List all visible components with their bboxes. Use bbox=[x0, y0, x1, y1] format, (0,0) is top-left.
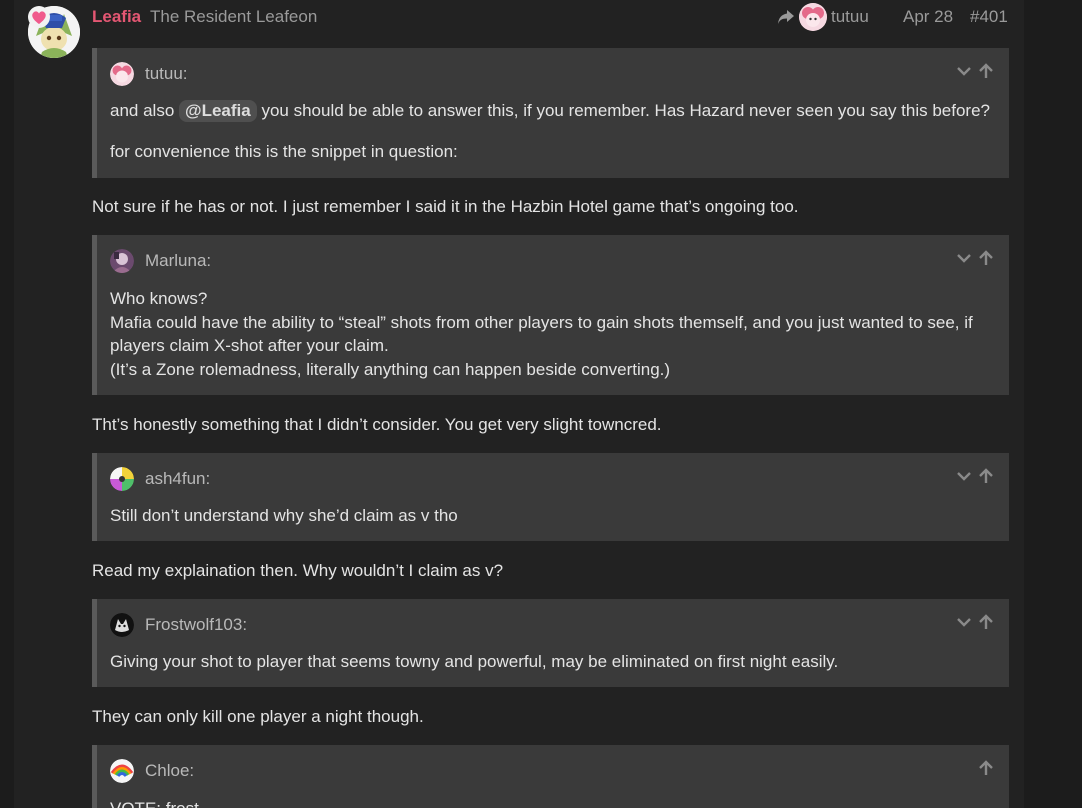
reply-paragraph: They can only kill one player a night th… bbox=[92, 707, 424, 726]
reply-arrow-icon bbox=[778, 10, 794, 24]
reply-paragraph: Tht’s honestly something that I didn’t c… bbox=[92, 415, 662, 434]
arrow-up-icon[interactable] bbox=[977, 759, 995, 777]
chevron-down-icon[interactable] bbox=[955, 613, 973, 631]
quote-controls bbox=[955, 613, 995, 633]
quote-controls bbox=[955, 759, 995, 779]
quote-author: Frostwolf103: bbox=[145, 615, 248, 634]
chevron-down-icon[interactable] bbox=[955, 62, 973, 80]
post-header: Leafia The Resident Leafeon tutuu Apr 28… bbox=[92, 3, 1010, 31]
post-date[interactable]: Apr 28 bbox=[903, 6, 953, 28]
quote-block-chloe: Chloe: VOTE: frost bbox=[92, 745, 1009, 808]
heart-icon bbox=[28, 6, 50, 28]
quote-block-ash4fun: ash4fun: Still don’t understand why she’… bbox=[92, 453, 1009, 541]
poster-title: The Resident Leafeon bbox=[150, 7, 318, 26]
mention-leafia[interactable]: @Leafia bbox=[179, 100, 257, 122]
reply-paragraph: Read my explaination then. Why wouldn’t … bbox=[92, 561, 504, 580]
arrow-up-icon[interactable] bbox=[977, 613, 995, 631]
reply-paragraph: Not sure if he has or not. I just rememb… bbox=[92, 197, 799, 216]
quote-controls bbox=[955, 249, 995, 269]
quote-text: VOTE: frost bbox=[110, 797, 1000, 808]
quote-author: tutuu: bbox=[145, 64, 188, 83]
quote-text: and also @Leafia you should be able to a… bbox=[110, 100, 991, 161]
arrow-up-icon[interactable] bbox=[977, 62, 995, 80]
quote-block-frostwolf103: Frostwolf103: Giving your shot to player… bbox=[92, 599, 1009, 687]
quote-controls bbox=[955, 467, 995, 487]
quote-avatar bbox=[110, 249, 134, 273]
reply-to-username: tutuu bbox=[831, 7, 869, 26]
quote-avatar bbox=[110, 467, 134, 491]
poster-avatar[interactable] bbox=[28, 6, 80, 58]
chevron-down-icon[interactable] bbox=[955, 467, 973, 485]
chevron-down-icon[interactable] bbox=[955, 249, 973, 267]
quote-author: Chloe: bbox=[145, 761, 195, 780]
quote-author: Marluna: bbox=[145, 251, 212, 270]
quote-block-marluna: Marluna: Who knows? Mafia could have the… bbox=[92, 235, 1009, 395]
quote-text: Still don’t understand why she’d claim a… bbox=[110, 506, 458, 525]
quote-author: ash4fun: bbox=[145, 469, 211, 488]
quote-text: Who knows? Mafia could have the ability … bbox=[110, 289, 973, 379]
quote-avatar bbox=[110, 62, 134, 86]
arrow-up-icon[interactable] bbox=[977, 249, 995, 267]
poster-username[interactable]: Leafia bbox=[92, 6, 141, 28]
quote-avatar bbox=[110, 613, 134, 637]
post-number[interactable]: #401 bbox=[970, 6, 1008, 28]
reply-to-avatar bbox=[799, 3, 827, 31]
arrow-up-icon[interactable] bbox=[977, 467, 995, 485]
quote-controls bbox=[955, 62, 995, 82]
quote-text: Giving your shot to player that seems to… bbox=[110, 652, 839, 671]
quote-avatar bbox=[110, 759, 134, 783]
quote-block-tutuu: tutuu: and also @Leafia you should be ab… bbox=[92, 48, 1009, 178]
